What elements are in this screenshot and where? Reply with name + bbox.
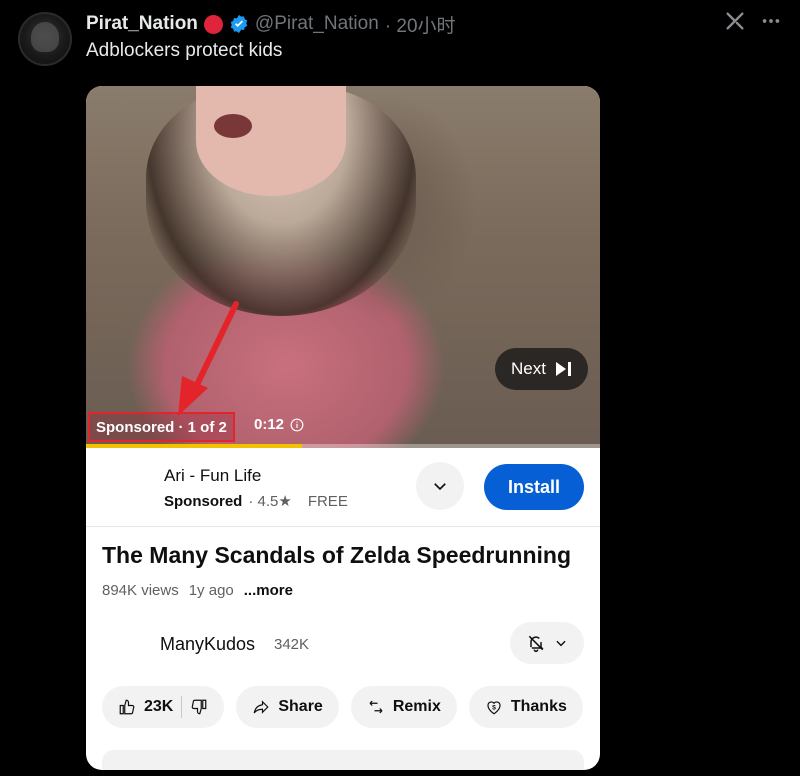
- skip-next-icon: [556, 362, 571, 376]
- bell-off-icon: [528, 635, 544, 653]
- ad-info-row: Ari - Fun Life Sponsored · 4.5★ FREE Ins…: [86, 448, 600, 527]
- author-handle[interactable]: @Pirat_Nation: [255, 13, 379, 35]
- annotation-arrow-icon: [178, 301, 239, 416]
- thanks-label: Thanks: [510, 698, 567, 715]
- install-button[interactable]: Install: [484, 464, 584, 510]
- app-rating: · 4.5★: [248, 493, 292, 510]
- video-meta: 894K views 1y ago ...more: [102, 582, 293, 599]
- share-icon: [254, 700, 269, 714]
- more-icon[interactable]: [760, 10, 782, 37]
- verified-badge-icon: [229, 14, 249, 34]
- remix-icon: [369, 700, 383, 714]
- subscriber-count: 342K: [274, 636, 310, 653]
- post-time[interactable]: · 20小时: [385, 11, 456, 38]
- top-actions: [724, 10, 782, 37]
- video-player[interactable]: Next Sponsored · 1 of 2 0:12: [86, 86, 600, 448]
- app-name[interactable]: Ari - Fun Life: [164, 466, 261, 486]
- share-label: Share: [278, 698, 323, 715]
- thanks-button[interactable]: $ Thanks: [468, 686, 583, 728]
- ad-sponsored-label: Sponsored: [164, 492, 243, 510]
- view-count: 894K views: [102, 582, 179, 599]
- ad-time: 0:12: [254, 416, 304, 433]
- embedded-screenshot[interactable]: Next Sponsored · 1 of 2 0:12 Ari - Fun L…: [86, 86, 600, 770]
- remix-button[interactable]: Remix: [350, 686, 457, 728]
- app-price: FREE: [307, 492, 348, 510]
- video-title: The Many Scandals of Zelda Speedrunning: [102, 542, 572, 568]
- author-name[interactable]: Pirat_Nation: [86, 13, 198, 35]
- app-meta: Sponsored · 4.5★ FREE: [164, 492, 348, 511]
- chevron-down-icon: [556, 640, 566, 647]
- like-count: 23K: [144, 698, 174, 715]
- next-button[interactable]: Next: [495, 348, 588, 390]
- sponsored-highlight: Sponsored · 1 of 2: [88, 412, 235, 442]
- notification-button[interactable]: [510, 622, 584, 664]
- red-circle-icon: [203, 14, 223, 34]
- sponsored-label: Sponsored · 1 of 2: [96, 418, 227, 436]
- remix-label: Remix: [392, 698, 441, 715]
- svg-text:$: $: [492, 704, 496, 711]
- chevron-down-icon: [434, 483, 446, 491]
- thumbs-up-icon[interactable]: [118, 698, 136, 716]
- heart-dollar-icon: $: [487, 701, 501, 715]
- more-link[interactable]: ...more: [244, 582, 293, 599]
- expand-ad-button[interactable]: [416, 462, 464, 510]
- thumbs-down-icon[interactable]: [190, 698, 208, 716]
- share-button[interactable]: Share: [236, 686, 339, 728]
- upload-age: 1y ago: [188, 582, 234, 599]
- action-bar: 23K Share Remix $ Thanks: [102, 686, 583, 728]
- post-header: Pirat_Nation @Pirat_Nation · 20小时: [86, 10, 456, 38]
- avatar[interactable]: [18, 12, 72, 66]
- comments-preview[interactable]: [102, 750, 584, 770]
- grok-icon[interactable]: [724, 10, 746, 37]
- post-text: Adblockers protect kids: [86, 40, 283, 61]
- next-label: Next: [511, 359, 546, 378]
- like-dislike-button[interactable]: 23K: [102, 686, 225, 728]
- channel-name[interactable]: ManyKudos: [160, 634, 255, 655]
- info-icon[interactable]: [290, 418, 304, 432]
